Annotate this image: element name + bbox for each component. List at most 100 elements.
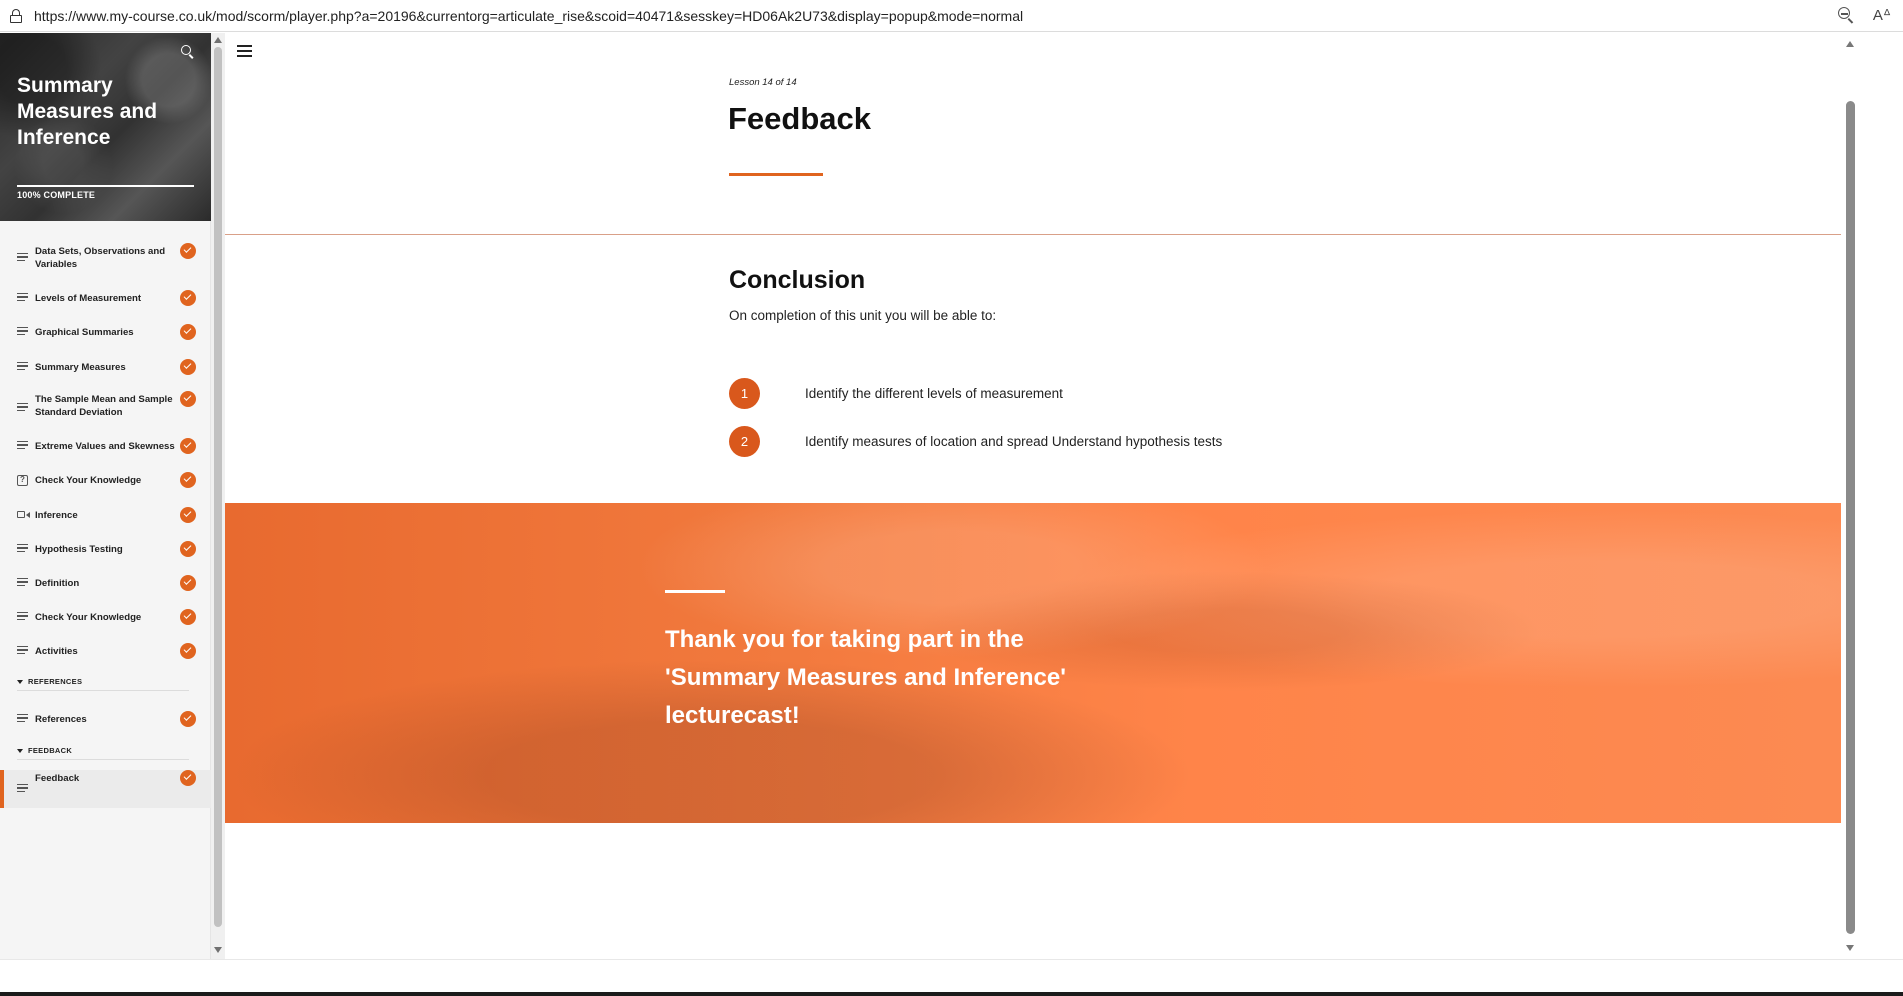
sidebar-item-label: Data Sets, Observations and Variables — [35, 246, 166, 270]
search-icon[interactable] — [181, 45, 195, 59]
sidebar-scroll-thumb[interactable] — [214, 47, 222, 927]
lines-icon — [17, 544, 28, 553]
lesson-counter: Lesson 14 of 14 — [729, 77, 797, 88]
sidebar-item-label: Check Your Knowledge — [35, 612, 142, 623]
lesson-content: Lesson 14 of 14 Feedback Conclusion On c… — [225, 33, 1841, 959]
url-text[interactable]: https://www.my-course.co.uk/mod/scorm/pl… — [34, 8, 1023, 24]
checkmark-icon — [180, 391, 196, 407]
outcome-text: Identify measures of location and spread… — [805, 434, 1223, 449]
video-icon — [17, 510, 30, 519]
sidebar-item-data-sets-observations-and-variables[interactable]: Data Sets, Observations and Variables — [0, 243, 211, 273]
sidebar-item-feedback[interactable]: Feedback — [0, 770, 211, 808]
content-scroll-thumb[interactable] — [1846, 101, 1855, 934]
lines-icon — [17, 253, 28, 262]
content-scrollbar[interactable] — [1841, 33, 1859, 959]
sidebar-item-label: Definition — [35, 578, 80, 589]
scroll-up-arrow-icon[interactable] — [214, 37, 222, 43]
sidebar-item-activities[interactable]: Activities — [0, 641, 211, 661]
section-divider — [17, 759, 189, 760]
caret-down-icon — [17, 748, 23, 753]
checkmark-icon — [180, 472, 196, 488]
lock-icon[interactable] — [10, 8, 22, 23]
checkmark-icon — [180, 770, 196, 786]
sidebar-item-label: The Sample Mean and Sample Standard Devi… — [35, 394, 173, 418]
section-heading-references[interactable]: REFERENCES — [17, 677, 82, 686]
list-item: 1 Identify the different levels of measu… — [729, 378, 1063, 409]
section-divider — [17, 690, 189, 691]
checkmark-icon — [180, 243, 196, 259]
sidebar-item-extreme-values-and-skewness[interactable]: Extreme Values and Skewness — [0, 436, 211, 456]
sidebar-item-summary-measures[interactable]: Summary Measures — [0, 357, 211, 377]
header-divider — [225, 234, 1841, 235]
course-sidebar: Summary Measures and Inference 100% COMP… — [0, 33, 211, 959]
progress-label: 100% COMPLETE — [17, 190, 96, 200]
conclusion-intro: On completion of this unit you will be a… — [729, 308, 997, 323]
read-aloud-icon[interactable]: Aᐞ — [1873, 6, 1891, 24]
lines-icon — [17, 293, 28, 302]
checkmark-icon — [180, 438, 196, 454]
banner-text: Thank you for taking part in the 'Summar… — [665, 626, 1066, 729]
lines-icon — [17, 714, 28, 723]
lines-icon — [17, 646, 28, 655]
section-heading-text: FEEDBACK — [28, 746, 73, 755]
sidebar-item-inference[interactable]: Inference — [0, 505, 211, 525]
window-footer — [0, 959, 1903, 996]
course-title: Summary Measures and Inference — [17, 74, 158, 149]
step-number: 2 — [729, 426, 760, 457]
course-progress-bar — [17, 185, 194, 187]
scroll-down-arrow-icon[interactable] — [214, 947, 222, 953]
taskbar-edge — [0, 992, 1903, 996]
hamburger-menu-icon[interactable] — [237, 45, 252, 57]
title-underline — [729, 173, 823, 176]
lines-icon — [17, 403, 28, 412]
sidebar-scrollbar[interactable] — [211, 33, 225, 959]
sidebar-item-label: References — [35, 714, 87, 725]
sidebar-item-references[interactable]: References — [0, 709, 211, 729]
sidebar-item-label: Hypothesis Testing — [35, 544, 123, 555]
checkmark-icon — [180, 507, 196, 523]
lesson-title: Feedback — [728, 101, 872, 136]
sidebar-hero: Summary Measures and Inference 100% COMP… — [0, 33, 211, 221]
quiz-icon: ? — [17, 475, 28, 486]
lines-icon — [17, 578, 28, 587]
sidebar-item-label: Feedback — [35, 773, 80, 784]
sidebar-item-label: Graphical Summaries — [35, 327, 134, 338]
scroll-up-arrow-icon[interactable] — [1846, 41, 1854, 47]
checkmark-icon — [180, 359, 196, 375]
checkmark-icon — [180, 541, 196, 557]
section-heading-text: REFERENCES — [28, 677, 83, 686]
sidebar-item-hypothesis-testing[interactable]: Hypothesis Testing — [0, 539, 211, 559]
section-heading-feedback[interactable]: FEEDBACK — [17, 746, 72, 755]
lines-icon — [17, 441, 28, 450]
lines-icon — [17, 362, 28, 371]
sidebar-item-label: Activities — [35, 646, 78, 657]
sidebar-item-label: Levels of Measurement — [35, 293, 142, 304]
checkmark-icon — [180, 643, 196, 659]
zoom-out-icon[interactable] — [1837, 6, 1855, 24]
step-number: 1 — [729, 378, 760, 409]
sidebar-item-check-your-knowledge[interactable]: ? Check Your Knowledge — [0, 470, 211, 490]
sidebar-item-label: Summary Measures — [35, 362, 126, 373]
address-bar: https://www.my-course.co.uk/mod/scorm/pl… — [0, 0, 1903, 32]
sidebar-item-label: Extreme Values and Skewness — [35, 441, 175, 452]
sidebar-item-graphical-summaries[interactable]: Graphical Summaries — [0, 322, 211, 342]
banner-rule — [665, 590, 725, 593]
sidebar-item-levels-of-measurement[interactable]: Levels of Measurement — [0, 288, 211, 308]
lines-icon — [17, 784, 28, 793]
outcome-text: Identify the different levels of measure… — [805, 386, 1063, 401]
lines-icon — [17, 327, 28, 336]
sidebar-item-the-sample-mean-and-sample-standard-deviation[interactable]: The Sample Mean and Sample Standard Devi… — [0, 391, 211, 425]
caret-down-icon — [17, 679, 23, 684]
lines-icon — [17, 612, 28, 621]
sidebar-item-definition[interactable]: Definition — [0, 573, 211, 593]
checkmark-icon — [180, 324, 196, 340]
thank-you-banner: Thank you for taking part in the 'Summar… — [225, 503, 1841, 823]
checkmark-icon — [180, 575, 196, 591]
sidebar-item-label: Check Your Knowledge — [35, 475, 142, 486]
sidebar-item-check-your-knowledge[interactable]: Check Your Knowledge — [0, 607, 211, 627]
checkmark-icon — [180, 609, 196, 625]
checkmark-icon — [180, 711, 196, 727]
scroll-down-arrow-icon[interactable] — [1846, 945, 1854, 951]
checkmark-icon — [180, 290, 196, 306]
sidebar-item-label: Inference — [35, 510, 78, 521]
